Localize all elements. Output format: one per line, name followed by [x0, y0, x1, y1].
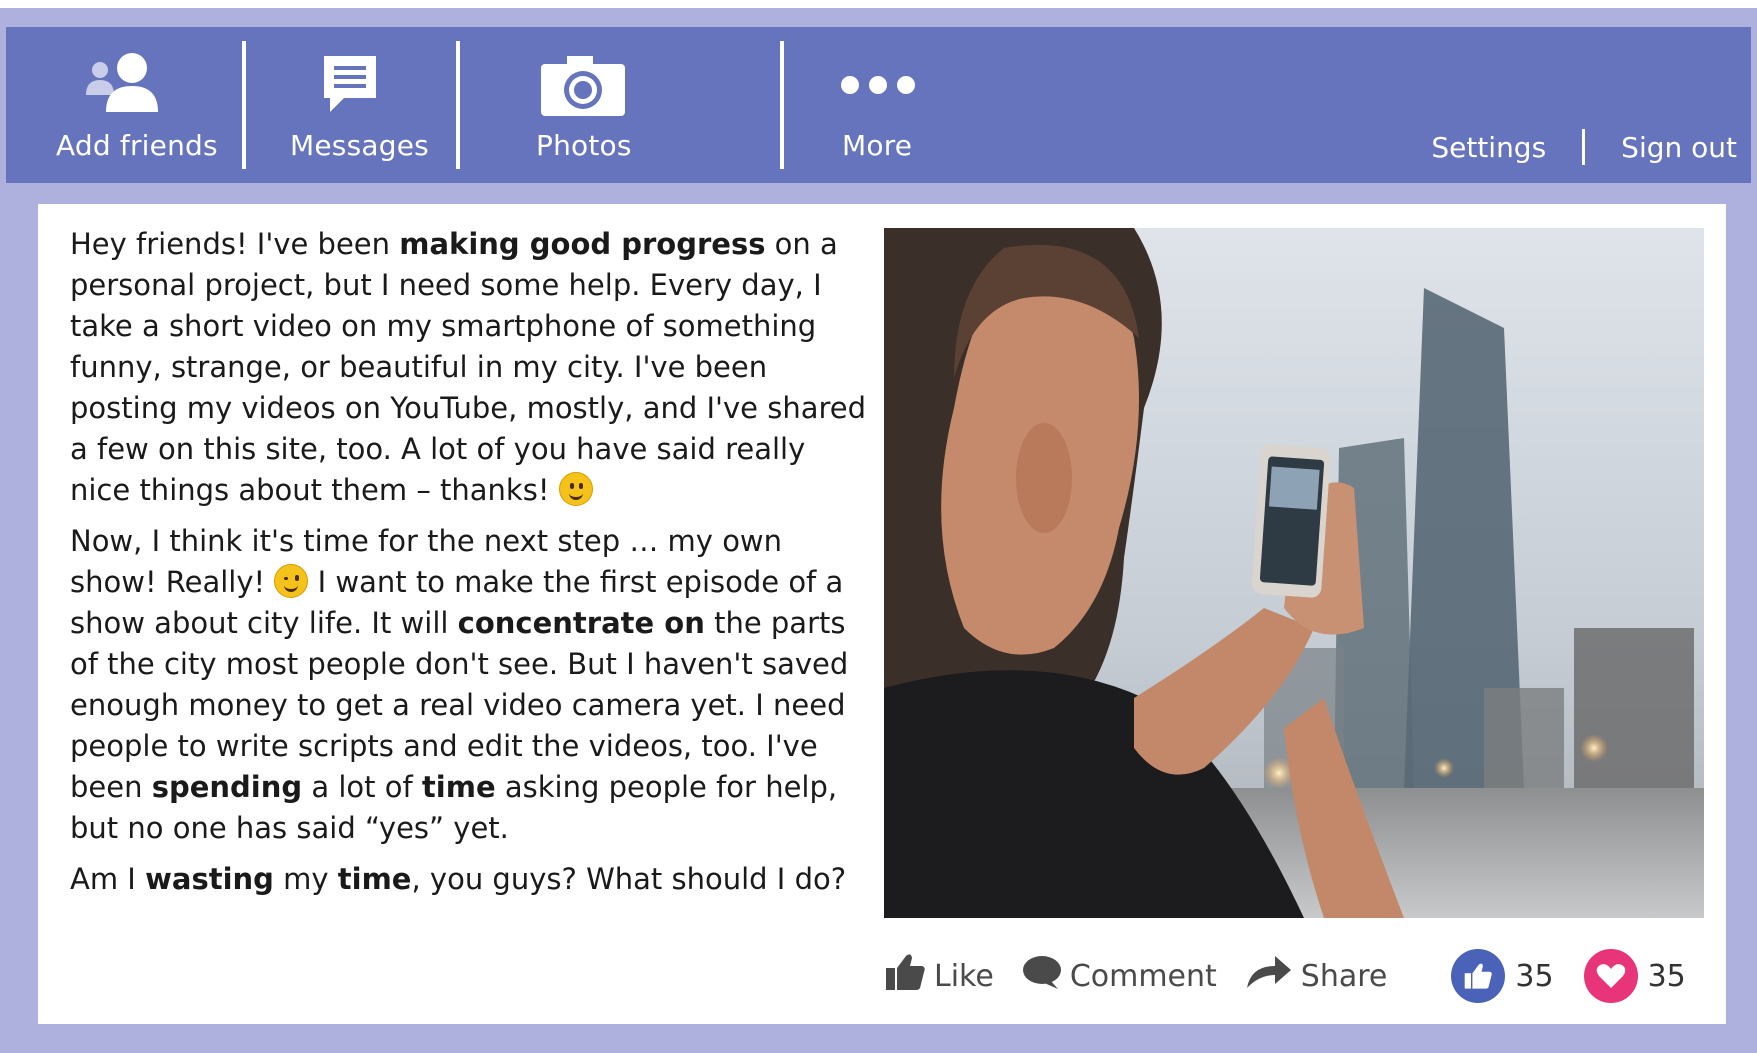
- sign-out-link[interactable]: Sign out: [1621, 131, 1737, 164]
- post-text-span: my: [273, 862, 338, 896]
- post-bold-phrase: making good progress: [399, 227, 766, 261]
- post-bold-phrase: concentrate on: [457, 606, 705, 640]
- share-arrow-icon: [1245, 954, 1301, 998]
- share-label: Share: [1300, 958, 1388, 994]
- smile-emoji-icon: [558, 472, 593, 506]
- post-bold-phrase: time: [421, 770, 496, 804]
- link-separator: [1582, 129, 1586, 165]
- like-count-group: 35: [1451, 949, 1554, 1003]
- post-bold-phrase: spending: [151, 770, 303, 804]
- post-paragraph: Hey friends! I've been making good progr…: [70, 224, 870, 511]
- post-actions-bar: Like Comment Share 35 35: [884, 946, 1704, 1006]
- add-friends-icon: [80, 49, 170, 121]
- post-photo[interactable]: [884, 228, 1704, 918]
- more-dots-icon: [838, 49, 918, 121]
- post-bold-phrase: time: [337, 862, 412, 896]
- share-button[interactable]: Share: [1245, 954, 1388, 998]
- camera-icon: [538, 49, 628, 121]
- post-text-span: Hey friends! I've been: [70, 227, 400, 261]
- post-text-span: , you guys? What should I do?: [411, 862, 847, 896]
- post-paragraph: Am I wasting my time, you guys? What sho…: [70, 859, 870, 900]
- nav-more-label: More: [842, 129, 913, 162]
- nav-add-friends-label: Add friends: [56, 129, 218, 162]
- post-paragraph: Now, I think it's time for the next step…: [70, 521, 870, 849]
- nav-messages-label: Messages: [290, 129, 429, 162]
- post-bold-phrase: wasting: [145, 862, 274, 896]
- nav-more[interactable]: More: [826, 27, 946, 183]
- comment-label: Comment: [1069, 958, 1217, 994]
- top-nav-bar: Add friends Messages Photos More Setting…: [6, 27, 1751, 183]
- comment-bubble-icon: [1022, 954, 1070, 998]
- post-text-span: on a personal project, but I need some h…: [70, 227, 867, 507]
- wink-emoji-icon: [274, 564, 309, 598]
- comment-button[interactable]: Comment: [1022, 954, 1217, 998]
- nav-divider: [242, 41, 246, 169]
- post-card: Hey friends! I've been making good progr…: [38, 204, 1726, 1024]
- love-count-group: 35: [1583, 949, 1686, 1003]
- nav-photos-label: Photos: [536, 129, 632, 162]
- love-count: 35: [1647, 958, 1686, 994]
- nav-photos[interactable]: Photos: [506, 27, 656, 183]
- nav-divider: [456, 41, 460, 169]
- nav-messages[interactable]: Messages: [276, 27, 429, 183]
- settings-link[interactable]: Settings: [1431, 131, 1546, 164]
- like-count-thumbs-icon: [1451, 949, 1506, 1003]
- nav-divider: [780, 41, 784, 169]
- like-button[interactable]: Like: [884, 952, 994, 1000]
- message-icon: [318, 49, 382, 121]
- nav-add-friends[interactable]: Add friends: [50, 27, 218, 183]
- account-links: Settings Sign out: [1431, 129, 1737, 165]
- post-text-span: a lot of: [302, 770, 422, 804]
- heart-icon: [1583, 949, 1638, 1003]
- like-label: Like: [934, 958, 994, 994]
- like-count: 35: [1515, 958, 1554, 994]
- post-text-span: Am I: [70, 862, 146, 896]
- post-body: Hey friends! I've been making good progr…: [70, 224, 870, 910]
- thumbs-up-icon: [884, 952, 934, 1000]
